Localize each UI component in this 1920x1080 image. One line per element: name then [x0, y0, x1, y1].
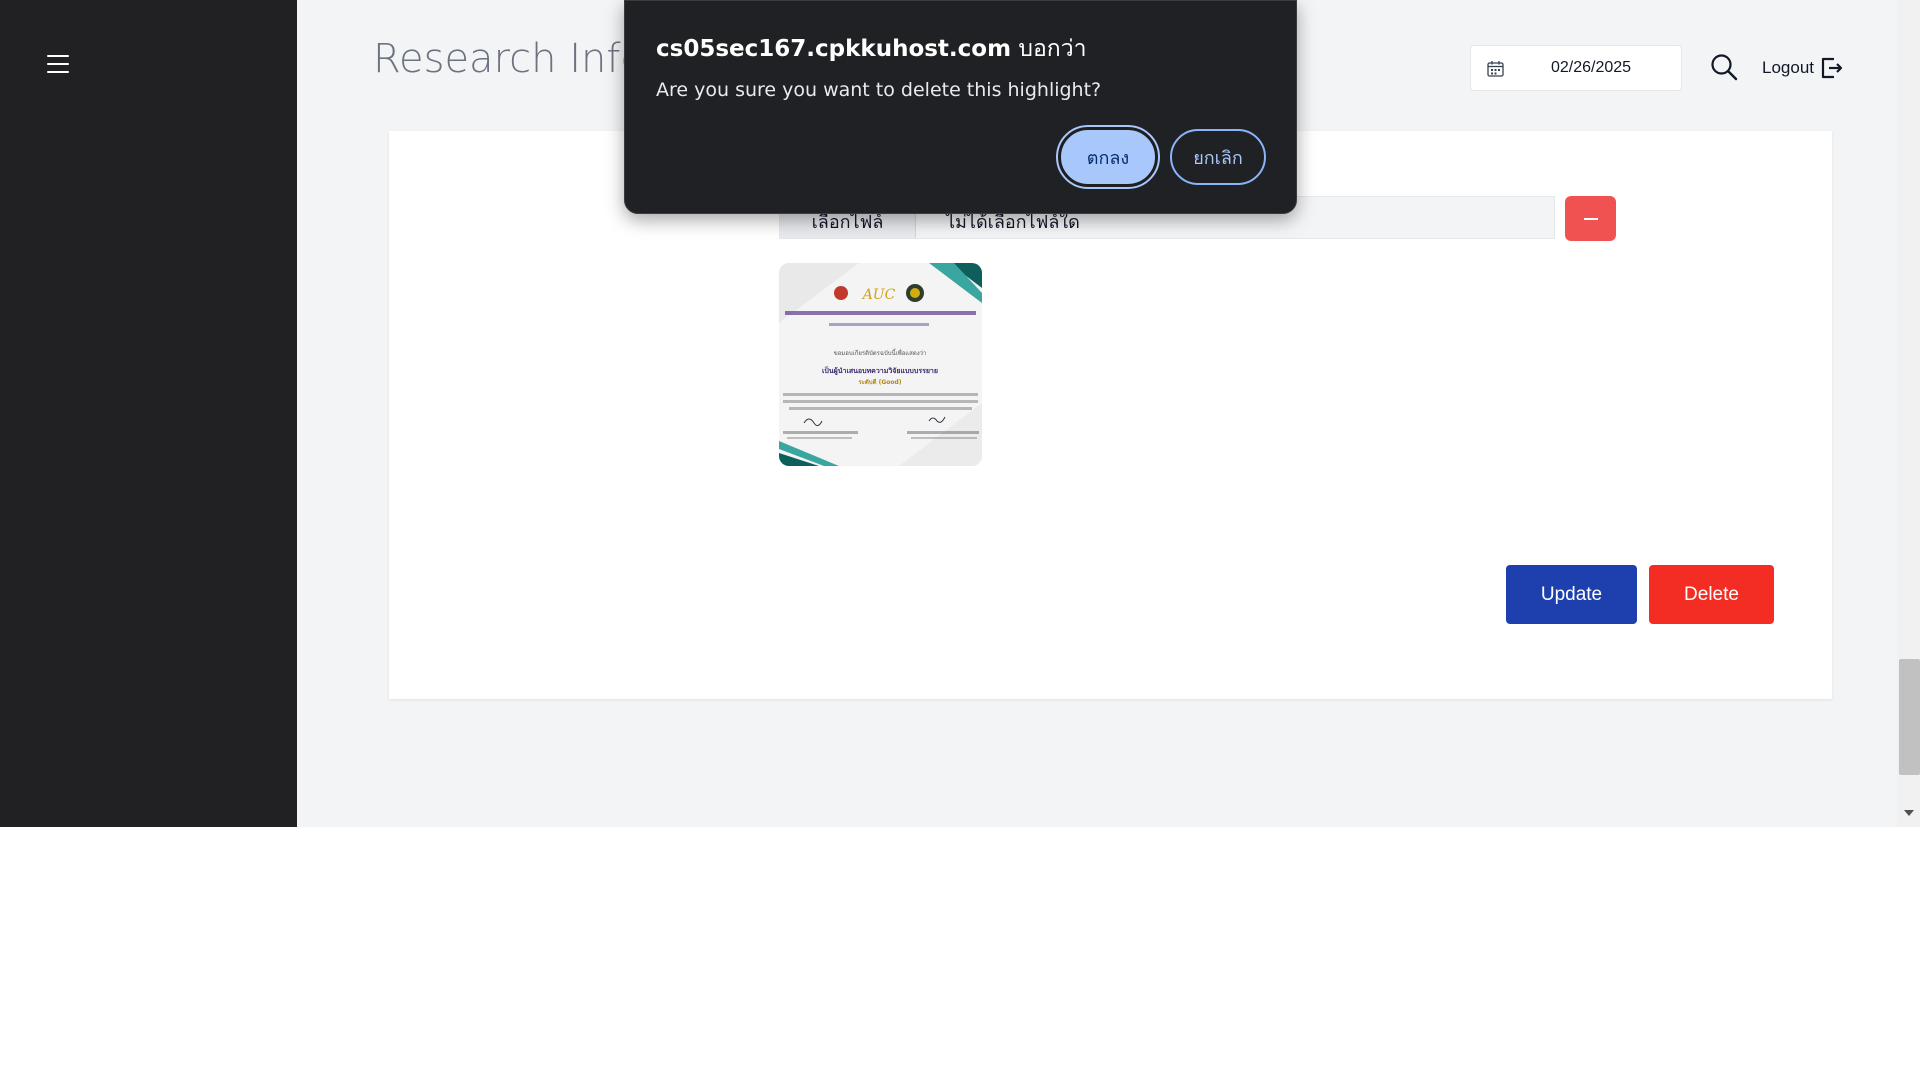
certificate-line2: เป็นผู้นำเสนอบทความวิจัยแบบบรรยาย: [822, 366, 938, 376]
date-field[interactable]: 02/26/2025: [1470, 45, 1682, 91]
dialog-cancel-button[interactable]: ยกเลิก: [1170, 129, 1266, 185]
hamburger-icon[interactable]: [47, 55, 69, 73]
search-icon[interactable]: [1710, 53, 1738, 81]
dialog-ok-button[interactable]: ตกลง: [1056, 125, 1160, 189]
logout-button[interactable]: Logout: [1762, 55, 1844, 81]
scroll-down-arrow-icon[interactable]: [1903, 808, 1915, 818]
page-title: Research Infor: [373, 36, 662, 82]
logout-icon: [1821, 57, 1843, 79]
certificate-award: ระดับดี (Good): [858, 378, 901, 386]
dialog-message: Are you sure you want to delete this hig…: [656, 79, 1102, 101]
remove-image-button[interactable]: [1565, 196, 1616, 241]
certificate-image: AUC ขอมอบเกียรติบัตรฉบับนี้เพื่อแสดงว่า …: [779, 263, 982, 466]
dialog-suffix: บอกว่า: [1011, 36, 1087, 62]
logout-label: Logout: [1762, 58, 1814, 77]
delete-button[interactable]: Delete: [1649, 565, 1774, 624]
confirm-dialog: cs05sec167.cpkkuhost.com บอกว่า Are you …: [624, 0, 1297, 214]
dialog-domain: cs05sec167.cpkkuhost.com: [656, 36, 1012, 62]
date-value: 02/26/2025: [1551, 59, 1632, 76]
dialog-title: cs05sec167.cpkkuhost.com บอกว่า: [656, 31, 1087, 67]
scrollbar-thumb[interactable]: [1899, 659, 1920, 775]
calendar-icon: [1487, 61, 1504, 77]
certificate-thumbnail[interactable]: AUC ขอมอบเกียรติบัตรฉบับนี้เพื่อแสดงว่า …: [779, 263, 982, 466]
minus-icon: [1583, 217, 1598, 220]
highlight-card: เลือกไฟล์ ไม่ได้เลือกไฟล์ใด AUC ขอมอบเกี…: [389, 131, 1832, 699]
sidebar: [0, 0, 297, 827]
logo-text: AUC: [861, 287, 896, 303]
update-button[interactable]: Update: [1506, 565, 1637, 624]
